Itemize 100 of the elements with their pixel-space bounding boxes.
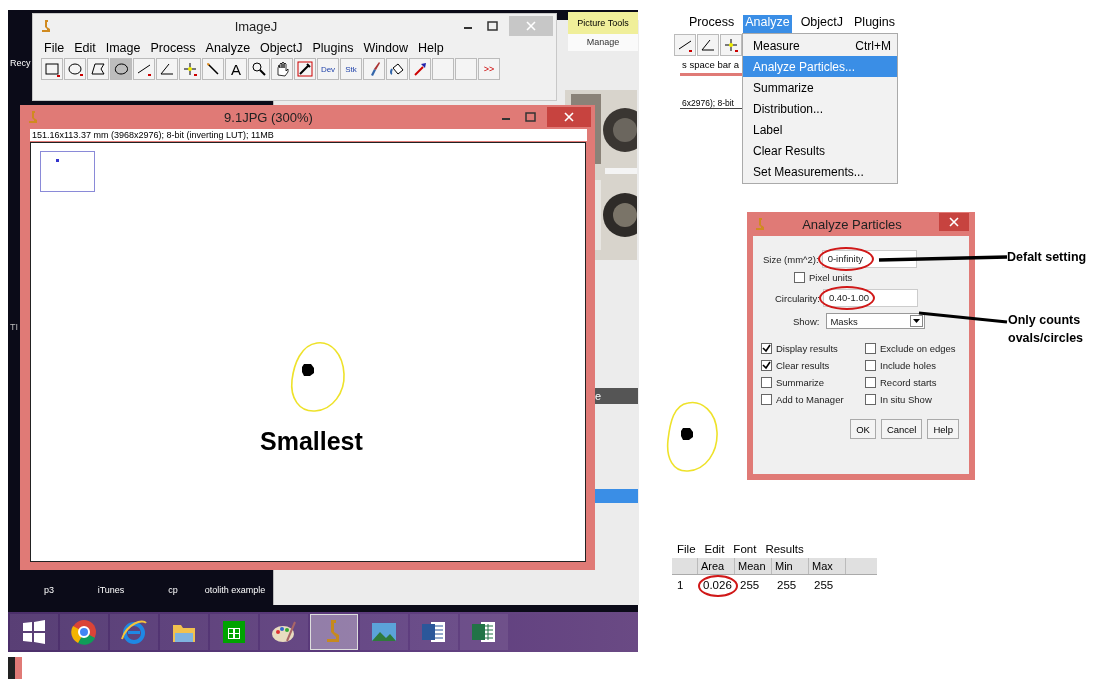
rectangle-icon: [44, 61, 60, 77]
input-field[interactable]: 0.40-1.00: [822, 289, 918, 307]
menu-item[interactable]: Set Measurements...: [743, 161, 897, 183]
menu-item[interactable]: Plugins: [852, 15, 898, 33]
tool-button[interactable]: [386, 58, 408, 80]
menu-item[interactable]: Window: [363, 41, 408, 55]
tool-button[interactable]: [271, 58, 293, 80]
window-title: 9.1JPG (300%): [223, 109, 314, 125]
tool-button[interactable]: [87, 58, 109, 80]
dialog-button[interactable]: Help: [927, 419, 959, 439]
checkbox[interactable]: [794, 272, 805, 283]
table-cell-text: 0.026: [702, 579, 732, 591]
wand-icon: [205, 61, 221, 77]
tool-button[interactable]: [64, 58, 86, 80]
checkbox[interactable]: [865, 343, 876, 354]
field-label: Circularity:: [775, 292, 820, 304]
desktop-icon-label[interactable]: iTunes: [80, 584, 142, 596]
close-button[interactable]: [547, 107, 591, 127]
ribbon-tab[interactable]: Manage: [568, 34, 638, 51]
checkbox[interactable]: [761, 360, 772, 371]
taskbar-button[interactable]: [110, 614, 158, 650]
dialog-button[interactable]: Cancel: [880, 419, 923, 439]
desktop-icon-label[interactable]: TI: [10, 322, 18, 332]
microscope-icon: [28, 110, 38, 124]
dialog-button[interactable]: OK: [850, 419, 876, 439]
tool-button[interactable]: [294, 58, 316, 80]
dropdown-field[interactable]: Masks: [826, 313, 926, 329]
tool-button[interactable]: Stk: [340, 58, 362, 80]
menu-item[interactable]: Help: [417, 41, 444, 55]
table-cell-text: 255: [813, 579, 834, 591]
close-button[interactable]: [939, 213, 969, 231]
tool-button[interactable]: [110, 58, 132, 80]
desktop-icon-label[interactable]: cp: [142, 584, 204, 596]
taskbar-button[interactable]: [210, 614, 258, 650]
column-header: Area: [698, 558, 735, 574]
checkbox[interactable]: [865, 360, 876, 371]
menu-item[interactable]: Process: [150, 41, 196, 55]
menu-item[interactable]: File: [44, 41, 65, 55]
field-label: Size (mm^2):: [763, 253, 819, 265]
menu-item[interactable]: Plugins: [312, 41, 354, 55]
menu-item[interactable]: ObjectJ: [798, 15, 846, 33]
close-icon: [564, 112, 574, 122]
maximize-icon[interactable]: [523, 111, 537, 123]
tool-button[interactable]: >>: [478, 58, 500, 80]
checkbox-label: Display results: [776, 343, 838, 354]
oval-icon: [67, 61, 83, 77]
checkbox[interactable]: [761, 343, 772, 354]
desktop-icon-label[interactable]: otolith example: [204, 584, 266, 596]
taskbar-button[interactable]: [260, 614, 308, 650]
checkbox[interactable]: [761, 394, 772, 405]
angle-icon: [700, 37, 716, 53]
tool-button[interactable]: A: [225, 58, 247, 80]
menu-item[interactable]: Summarize: [743, 77, 897, 99]
table-cell-text: 255: [776, 579, 797, 591]
selected-row: [593, 489, 638, 503]
checkbox-label: Add to Manager: [776, 394, 844, 405]
column-header: Max: [809, 558, 846, 574]
taskbar-button[interactable]: [460, 614, 508, 650]
magnifier-icon: [251, 61, 267, 77]
microscope-icon: [755, 217, 765, 231]
desktop-icon-label[interactable]: p3: [18, 584, 80, 596]
status-text: s space bar a: [681, 59, 741, 70]
taskbar-button[interactable]: [410, 614, 458, 650]
checkbox-label: Clear results: [776, 360, 830, 371]
menu-item[interactable]: Measure Ctrl+M: [743, 35, 897, 57]
taskbar-button[interactable]: [160, 614, 208, 650]
caption-text: Smallest: [260, 427, 363, 456]
menu-item[interactable]: Process: [687, 15, 737, 33]
menu-item[interactable]: Font: [733, 543, 757, 555]
window-title: ImageJ: [233, 18, 279, 34]
window-edge: [680, 73, 742, 76]
menu-item[interactable]: Results: [765, 543, 804, 555]
checkbox[interactable]: [865, 377, 876, 388]
checkbox[interactable]: [865, 394, 876, 405]
tool-button[interactable]: Dev: [317, 58, 339, 80]
taskbar-button[interactable]: [10, 614, 58, 650]
menu-item[interactable]: Clear Results: [743, 140, 897, 162]
eyedropper-icon: [297, 61, 313, 77]
maximize-icon[interactable]: [485, 20, 499, 32]
caret-icon: [913, 318, 921, 324]
menu-item[interactable]: Label: [743, 119, 897, 141]
annotation-text: Only counts ovals/circles: [1008, 312, 1085, 347]
menu-item[interactable]: File: [677, 543, 696, 555]
menu-item[interactable]: Distribution...: [743, 98, 897, 120]
menu-item[interactable]: Analyze: [205, 41, 251, 55]
taskbar-button[interactable]: [60, 614, 108, 650]
menu-item[interactable]: Edit: [704, 543, 725, 555]
menu-item[interactable]: Edit: [74, 41, 96, 55]
tool-button[interactable]: [248, 58, 270, 80]
menu-item[interactable]: Image: [105, 41, 141, 55]
close-icon: [526, 21, 536, 31]
table-header: e: [593, 388, 638, 404]
ribbon-tab[interactable]: Picture Tools: [568, 12, 638, 34]
bucket-icon: [389, 61, 405, 77]
hand-icon: [274, 61, 290, 77]
angle-icon: [159, 61, 175, 77]
menu-item[interactable]: ObjectJ: [260, 41, 303, 55]
desktop-icon-label[interactable]: Recy: [10, 58, 31, 68]
checkbox[interactable]: [761, 377, 772, 388]
table-cell-text: 255: [739, 579, 760, 591]
